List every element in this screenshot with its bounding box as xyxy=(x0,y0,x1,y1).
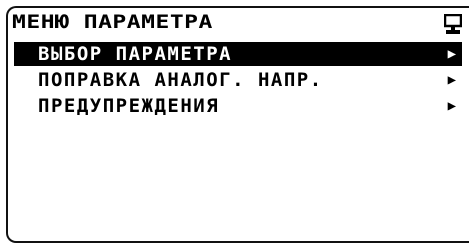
arrow-right-icon: ▶ xyxy=(447,98,456,114)
menu-item-parameter-select[interactable]: ВЫБОР ПАРАМЕТРА ▶ xyxy=(14,42,462,66)
menu-item-warnings[interactable]: ПРЕДУПРЕЖДЕНИЯ ▶ xyxy=(14,94,462,118)
menu-item-label: ПРЕДУПРЕЖДЕНИЯ xyxy=(38,95,220,117)
arrow-right-icon: ▶ xyxy=(447,46,456,62)
page-title: МЕНЮ ПАРАМЕТРА xyxy=(12,11,213,34)
menu-item-label: ПОПРАВКА АНАЛОГ. НАПР. xyxy=(38,69,323,91)
monitor-icon xyxy=(444,14,462,34)
title-bar: МЕНЮ ПАРАМЕТРА xyxy=(8,8,469,42)
menu-item-analog-voltage-correction[interactable]: ПОПРАВКА АНАЛОГ. НАПР. ▶ xyxy=(14,68,462,92)
menu-item-label: ВЫБОР ПАРАМЕТРА xyxy=(38,43,233,65)
parameter-menu: ВЫБОР ПАРАМЕТРА ▶ ПОПРАВКА АНАЛОГ. НАПР.… xyxy=(8,42,469,120)
lcd-screen: МЕНЮ ПАРАМЕТРА ВЫБОР ПАРАМЕТРА ▶ ПОПРАВК… xyxy=(6,6,469,243)
arrow-right-icon: ▶ xyxy=(447,72,456,88)
